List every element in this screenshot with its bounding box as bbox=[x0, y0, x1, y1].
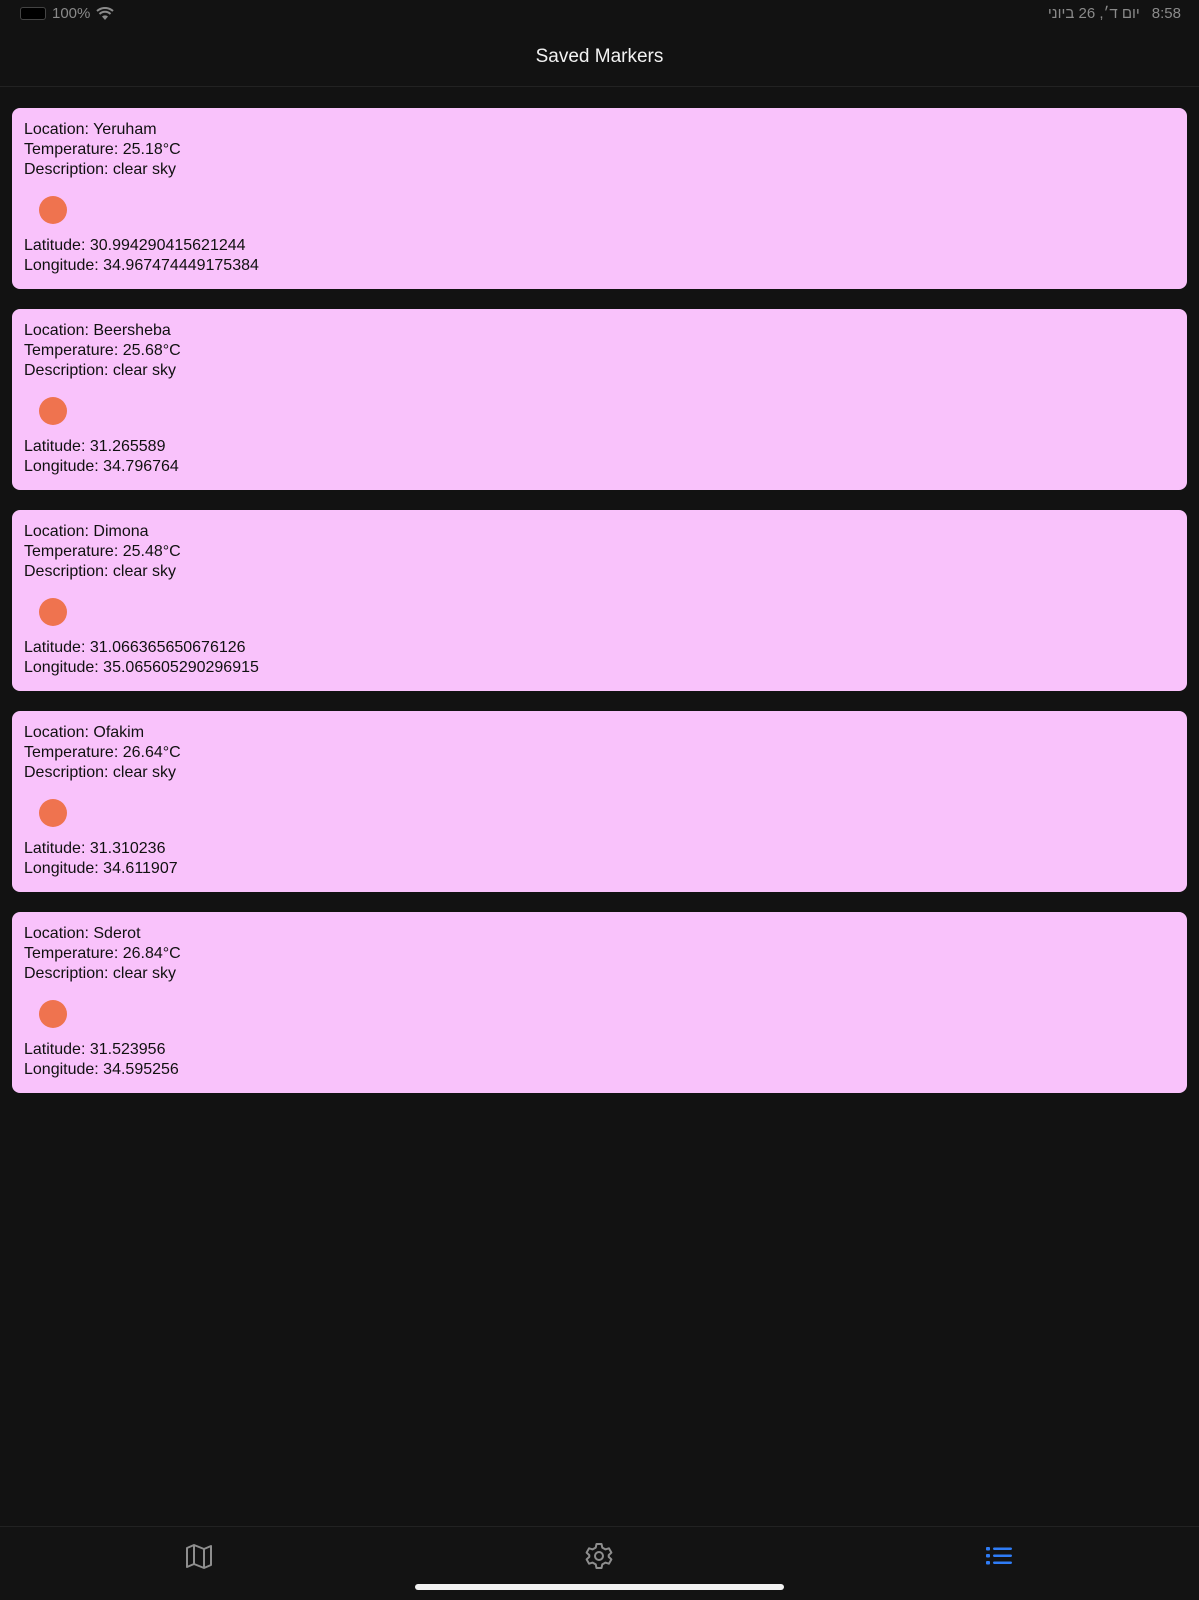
markers-list: Location: Yeruham Temperature: 25.18°C D… bbox=[12, 108, 1187, 1113]
marker-temperature: Temperature: 25.48°C bbox=[24, 543, 181, 560]
status-left: 100% bbox=[20, 5, 115, 22]
page-title: Saved Markers bbox=[535, 46, 664, 67]
gear-icon bbox=[585, 1543, 613, 1569]
marker-dot-row bbox=[24, 783, 1175, 839]
battery-icon bbox=[20, 7, 46, 20]
battery-percent: 100% bbox=[52, 5, 91, 22]
marker-location: Location: Yeruham bbox=[24, 121, 157, 138]
home-indicator[interactable] bbox=[415, 1584, 784, 1590]
marker-dot-icon bbox=[39, 598, 67, 626]
tab-map[interactable] bbox=[184, 1541, 214, 1571]
list-icon bbox=[986, 1547, 1012, 1565]
nav-bar: Saved Markers bbox=[0, 28, 1199, 87]
marker-temperature: Temperature: 26.64°C bbox=[24, 744, 181, 761]
marker-dot-row bbox=[24, 381, 1175, 437]
screen: 100% יום ד׳, 26 ביוני 8:58 Saved Markers… bbox=[0, 0, 1199, 1600]
marker-temperature: Temperature: 25.68°C bbox=[24, 342, 181, 359]
marker-location: Location: Dimona bbox=[24, 523, 149, 540]
status-right: יום ד׳, 26 ביוני 8:58 bbox=[1048, 5, 1181, 22]
marker-longitude: Longitude: 35.065605290296915 bbox=[24, 659, 259, 676]
tab-settings[interactable] bbox=[584, 1541, 614, 1571]
marker-longitude: Longitude: 34.967474449175384 bbox=[24, 257, 259, 274]
marker-temperature: Temperature: 26.84°C bbox=[24, 945, 181, 962]
marker-description: Description: clear sky bbox=[24, 764, 177, 781]
marker-dot-icon bbox=[39, 1000, 67, 1028]
marker-dot-row bbox=[24, 582, 1175, 638]
marker-dot-icon bbox=[39, 799, 67, 827]
marker-description: Description: clear sky bbox=[24, 161, 177, 178]
map-icon bbox=[186, 1544, 212, 1569]
marker-latitude: Latitude: 31.523956 bbox=[24, 1041, 166, 1058]
marker-longitude: Longitude: 34.796764 bbox=[24, 458, 179, 475]
marker-latitude: Latitude: 30.994290415621244 bbox=[24, 237, 246, 254]
marker-longitude: Longitude: 34.611907 bbox=[24, 860, 178, 877]
status-bar: 100% יום ד׳, 26 ביוני 8:58 bbox=[0, 0, 1199, 28]
marker-card[interactable]: Location: Dimona Temperature: 25.48°C De… bbox=[12, 510, 1187, 691]
marker-latitude: Latitude: 31.310236 bbox=[24, 840, 166, 857]
marker-card[interactable]: Location: Ofakim Temperature: 26.64°C De… bbox=[12, 711, 1187, 892]
marker-location: Location: Ofakim bbox=[24, 724, 145, 741]
marker-card[interactable]: Location: Beersheba Temperature: 25.68°C… bbox=[12, 309, 1187, 490]
marker-card[interactable]: Location: Yeruham Temperature: 25.18°C D… bbox=[12, 108, 1187, 289]
marker-card[interactable]: Location: Sderot Temperature: 26.84°C De… bbox=[12, 912, 1187, 1093]
marker-temperature: Temperature: 25.18°C bbox=[24, 141, 181, 158]
marker-description: Description: clear sky bbox=[24, 362, 177, 379]
marker-location: Location: Sderot bbox=[24, 925, 141, 942]
marker-latitude: Latitude: 31.066365650676126 bbox=[24, 639, 246, 656]
marker-longitude: Longitude: 34.595256 bbox=[24, 1061, 179, 1078]
wifi-icon bbox=[96, 6, 115, 20]
status-time: 8:58 bbox=[1151, 5, 1181, 22]
marker-dot-row bbox=[24, 180, 1175, 236]
marker-dot-icon bbox=[39, 397, 67, 425]
marker-description: Description: clear sky bbox=[24, 563, 177, 580]
marker-dot-icon bbox=[39, 196, 67, 224]
marker-dot-row bbox=[24, 984, 1175, 1040]
tab-list[interactable] bbox=[984, 1541, 1014, 1571]
marker-description: Description: clear sky bbox=[24, 965, 177, 982]
marker-latitude: Latitude: 31.265589 bbox=[24, 438, 166, 455]
status-date: יום ד׳, 26 ביוני bbox=[1047, 5, 1140, 22]
marker-location: Location: Beersheba bbox=[24, 322, 171, 339]
